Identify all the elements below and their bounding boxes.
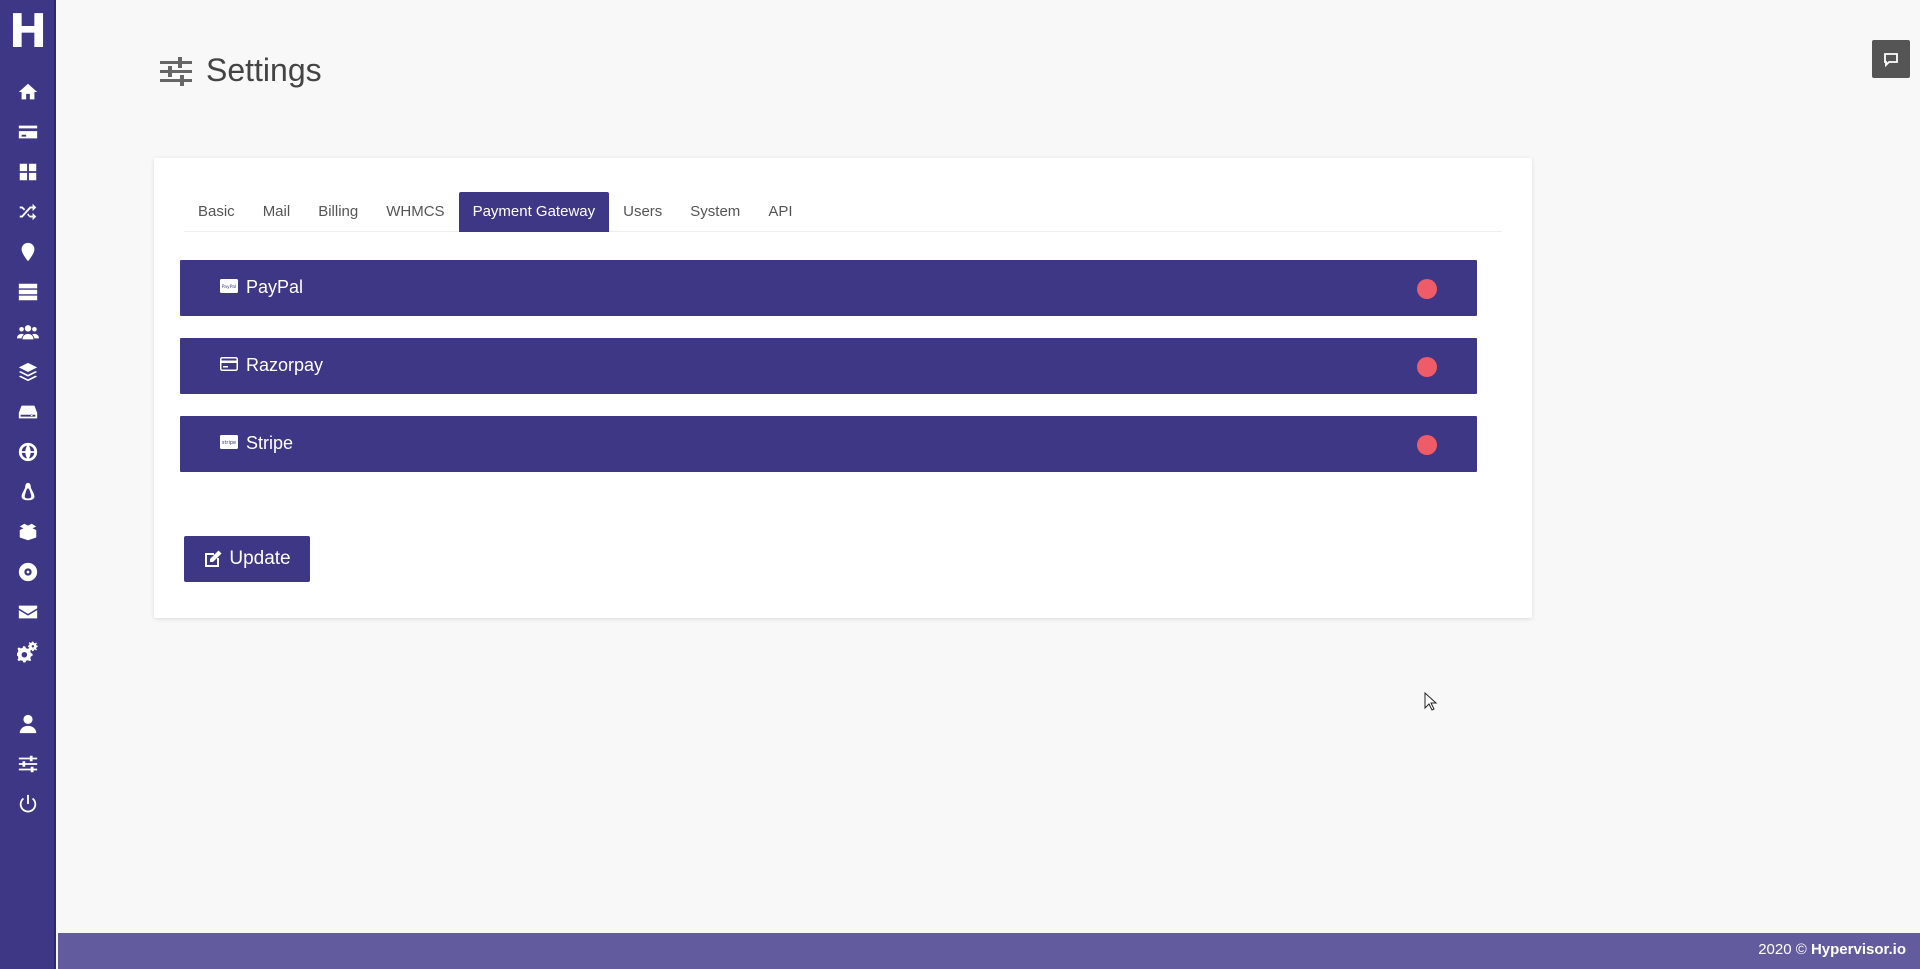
globe-icon[interactable] xyxy=(0,432,56,472)
sidebar: H xyxy=(0,0,56,969)
svg-text:PayPal: PayPal xyxy=(222,284,236,290)
logo[interactable]: H xyxy=(0,6,56,56)
update-button-label: Update xyxy=(229,548,291,569)
status-indicator xyxy=(1417,435,1437,455)
paypal-icon: PayPal xyxy=(220,279,238,293)
map-pin-icon[interactable] xyxy=(0,232,56,272)
svg-text:stripe: stripe xyxy=(222,440,236,446)
power-icon[interactable] xyxy=(0,784,56,824)
tab-basic[interactable]: Basic xyxy=(184,192,249,232)
gateway-label: PayPal xyxy=(246,277,304,297)
users-icon[interactable] xyxy=(0,312,56,352)
server-icon[interactable] xyxy=(0,272,56,312)
page-header: Settings xyxy=(160,52,322,89)
gateway-paypal[interactable]: PayPal PayPal xyxy=(180,260,1477,316)
tab-users[interactable]: Users xyxy=(609,192,676,232)
mail-icon[interactable] xyxy=(0,592,56,632)
hard-drive-icon[interactable] xyxy=(0,392,56,432)
footer: 2020 © Hypervisor.io xyxy=(58,933,1920,969)
edit-icon xyxy=(205,550,222,567)
page-title: Settings xyxy=(206,52,322,88)
sliders-icon xyxy=(160,56,192,86)
gateway-label: Razorpay xyxy=(246,355,324,375)
gateway-stripe[interactable]: stripe Stripe xyxy=(180,416,1477,472)
tab-mail[interactable]: Mail xyxy=(249,192,305,232)
gateway-razorpay[interactable]: Razorpay xyxy=(180,338,1477,394)
tab-system[interactable]: System xyxy=(676,192,754,232)
tab-whmcs[interactable]: WHMCS xyxy=(372,192,458,232)
tab-payment-gateway[interactable]: Payment Gateway xyxy=(458,192,610,232)
tab-api[interactable]: API xyxy=(754,192,806,232)
footer-brand-link[interactable]: Hypervisor.io xyxy=(1811,941,1906,958)
stripe-icon: stripe xyxy=(220,435,238,449)
chat-button[interactable] xyxy=(1872,40,1910,78)
home-icon[interactable] xyxy=(0,72,56,112)
cogs-icon[interactable] xyxy=(0,632,56,672)
status-indicator xyxy=(1417,357,1437,377)
credit-card-icon[interactable] xyxy=(0,112,56,152)
user-icon[interactable] xyxy=(0,704,56,744)
mouse-cursor-icon xyxy=(1424,692,1438,711)
gateway-label: Stripe xyxy=(246,433,294,453)
settings-tabs: Basic Mail Billing WHMCS Payment Gateway… xyxy=(184,192,1502,232)
layers-icon[interactable] xyxy=(0,352,56,392)
disc-icon[interactable] xyxy=(0,552,56,592)
dashboard-icon[interactable] xyxy=(0,152,56,192)
status-indicator xyxy=(1417,279,1437,299)
boxes-icon[interactable] xyxy=(0,512,56,552)
credit-card-icon xyxy=(220,357,238,371)
shuffle-icon[interactable] xyxy=(0,192,56,232)
linux-icon[interactable] xyxy=(0,472,56,512)
update-button[interactable]: Update xyxy=(184,536,310,582)
sliders-icon[interactable] xyxy=(0,744,56,784)
copyright: 2020 © Hypervisor.io xyxy=(1758,941,1906,958)
tab-billing[interactable]: Billing xyxy=(304,192,372,232)
settings-card: Basic Mail Billing WHMCS Payment Gateway… xyxy=(154,158,1532,618)
chat-icon xyxy=(1884,53,1898,67)
copyright-year: 2020 © xyxy=(1758,941,1807,958)
